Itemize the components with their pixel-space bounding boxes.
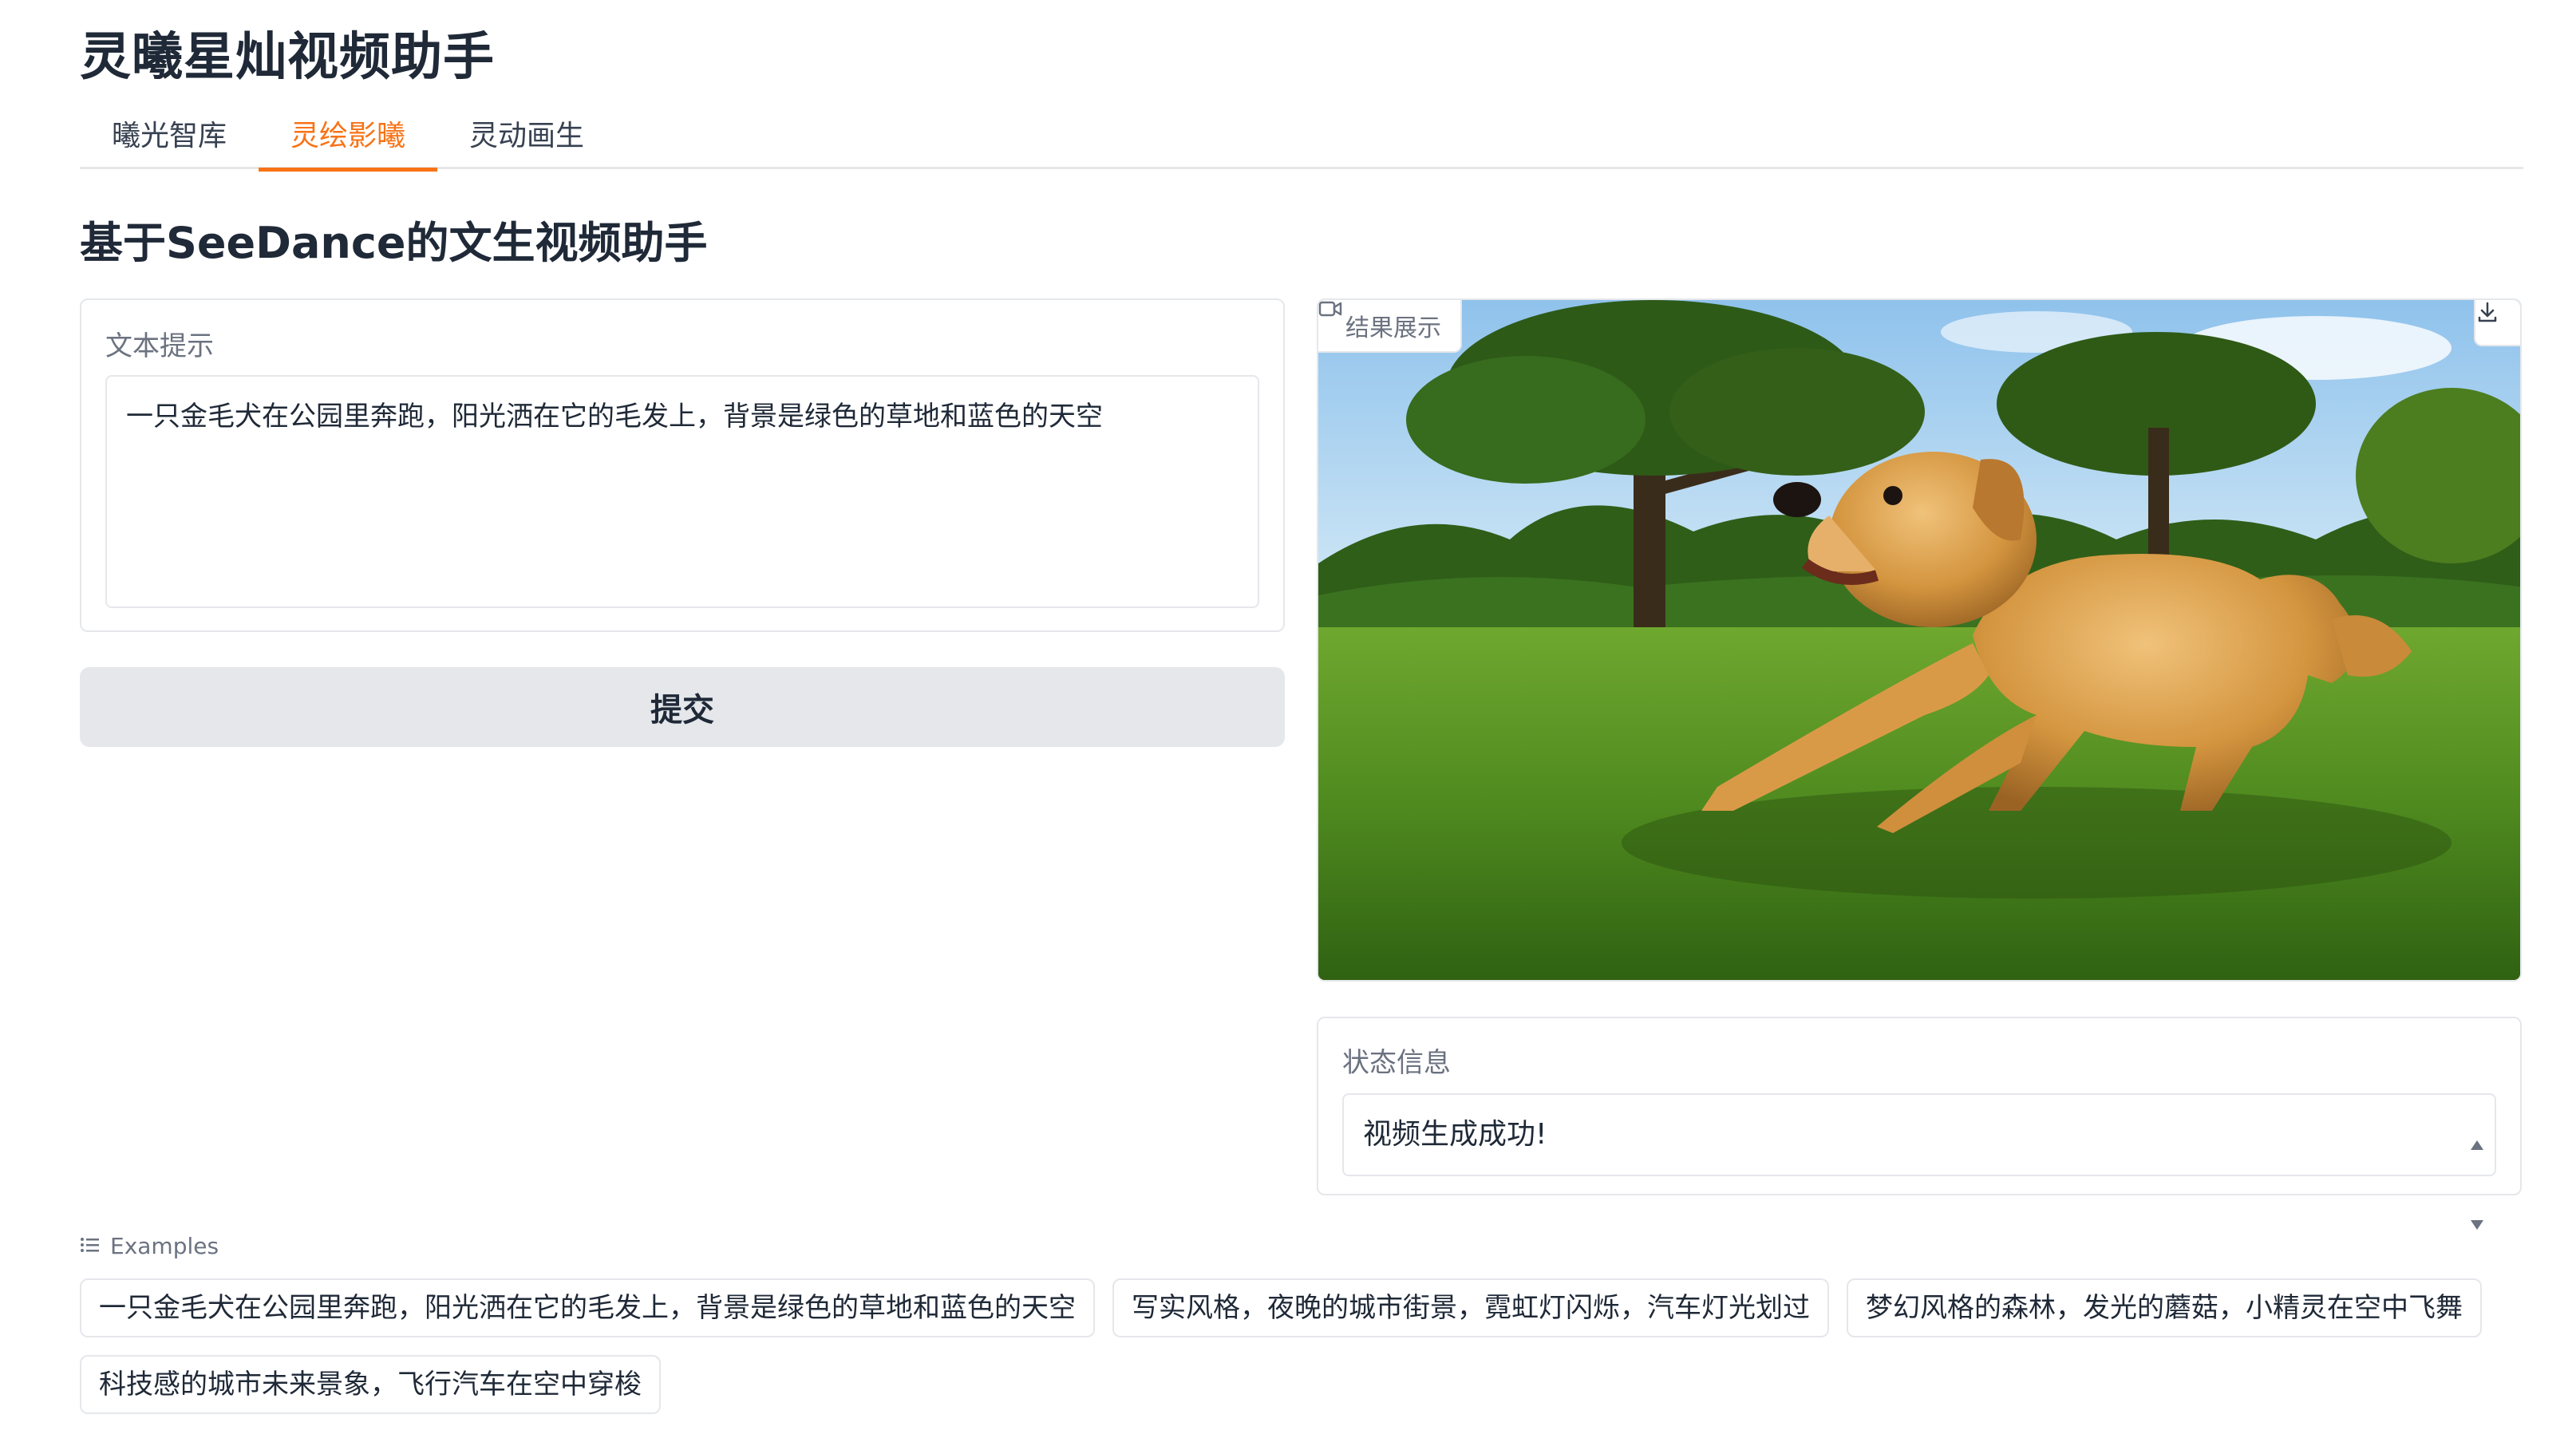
tab-animation[interactable]: 灵动画生 (437, 104, 616, 169)
status-field[interactable]: 视频生成成功! (1342, 1093, 2496, 1230)
examples-label: Examples (110, 1233, 219, 1259)
section-title: 基于SeeDance的文生视频助手 (80, 218, 708, 268)
tab-knowledge-base[interactable]: 曦光智库 (80, 104, 259, 169)
tab-text-to-video[interactable]: 灵绘影曦 (259, 104, 438, 172)
examples-list: 一只金毛犬在公园里奔跑，阳光洒在它的毛发上，背景是绿色的草地和蓝色的天空 写实风… (80, 1278, 2523, 1414)
submit-button[interactable]: 提交 (80, 667, 1285, 747)
download-button[interactable] (2474, 300, 2520, 346)
arrow-down-icon[interactable] (2469, 1183, 2485, 1262)
example-item[interactable]: 写实风格，夜晚的城市街景，霓虹灯闪烁，汽车灯光划过 (1112, 1278, 1829, 1337)
result-label: 结果展示 (1345, 314, 1441, 342)
status-value: 视频生成成功! (1363, 1118, 1547, 1151)
status-scroll-arrows[interactable] (2467, 1103, 2487, 1230)
example-item[interactable]: 梦幻风格的森林，发光的蘑菇，小精灵在空中飞舞 (1847, 1278, 2482, 1337)
prompt-textarea[interactable]: 一只金毛犬在公园里奔跑，阳光洒在它的毛发上，背景是绿色的草地和蓝色的天空 (105, 375, 1259, 608)
app-root: 灵曦星灿视频助手 曦光智库 灵绘影曦 灵动画生 基于SeeDance的文生视频助… (0, 0, 2576, 1442)
result-video-panel[interactable]: 结果展示 (1317, 298, 2522, 982)
example-item[interactable]: 科技感的城市未来景象，飞行汽车在空中穿梭 (80, 1355, 661, 1414)
status-label: 状态信息 (1342, 1047, 1451, 1079)
status-panel: 状态信息 视频生成成功! (1317, 1017, 2522, 1230)
examples-header: Examples (80, 1233, 219, 1259)
tab-bar: 曦光智库 灵绘影曦 灵动画生 (80, 104, 2523, 172)
prompt-panel: 文本提示 一只金毛犬在公园里奔跑，阳光洒在它的毛发上，背景是绿色的草地和蓝色的天… (80, 298, 1285, 632)
arrow-up-icon[interactable] (2469, 1103, 2485, 1183)
prompt-label: 文本提示 (105, 330, 214, 362)
video-frame (1318, 300, 2520, 980)
app-title: 灵曦星灿视频助手 (80, 28, 495, 87)
result-label-tag: 结果展示 (1318, 300, 1462, 353)
example-item[interactable]: 一只金毛犬在公园里奔跑，阳光洒在它的毛发上，背景是绿色的草地和蓝色的天空 (80, 1278, 1095, 1337)
list-icon (80, 1233, 101, 1259)
